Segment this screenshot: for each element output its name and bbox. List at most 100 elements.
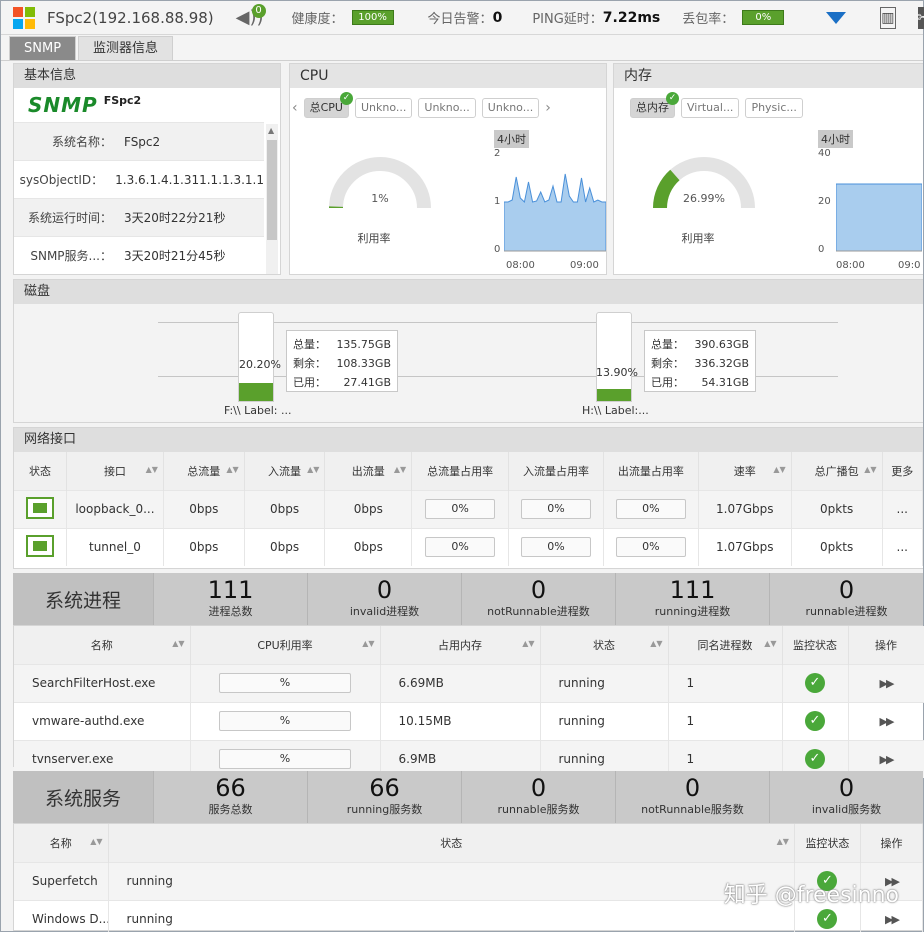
x-tick: 09:00 [570,260,599,271]
sort-icon[interactable]: ▲▼ [90,837,102,846]
sort-icon[interactable]: ▲▼ [764,639,776,648]
table-row[interactable]: SearchFilterHost.exe % 6.69MB running 1 … [14,663,924,702]
pct-box: 0% [425,499,496,519]
col-more[interactable]: 更多 [882,452,924,490]
scroll-up-icon[interactable]: ▲ [268,126,274,135]
summary-cell[interactable]: 0 notRunnable进程数 [461,573,615,625]
cpu-box: % [219,711,351,731]
summary-cell[interactable]: 66 服务总数 [153,771,307,823]
table-row[interactable]: vmware-authd.exe % 10.15MB running 1 ✓ ▶… [14,701,924,740]
dropdown-triangle-icon[interactable] [826,11,847,24]
process-summary: 系统进程 111 进程总数 0 invalid进程数 0 notRunnable进程数… [13,573,923,625]
iface-cell: loopback_0... [66,489,164,528]
summary-cell[interactable]: 0 runnable进程数 [769,573,923,625]
summary-cell[interactable]: 111 running进程数 [615,573,769,625]
summary-number: 0 [530,576,547,604]
chip-cpu-core[interactable]: Unkno... [354,98,413,118]
col-label: 监控状态 [793,638,837,652]
col-memory[interactable]: 占用内存 ▲▼ [380,626,541,664]
summary-cell[interactable]: 111 进程总数 [153,573,307,625]
summary-label: 服务总数 [208,803,253,816]
col-name[interactable]: 名称 ▲▼ [14,626,191,664]
sort-icon[interactable]: ▲▼ [650,639,662,648]
sort-icon[interactable]: ▲▼ [773,465,785,474]
status-cell [14,489,67,528]
memory-range-chip[interactable]: 4小时 [818,130,853,148]
col-count[interactable]: 同名进程数 ▲▼ [668,626,783,664]
summary-cell[interactable]: 0 invalid服务数 [769,771,923,823]
more-cell[interactable]: ... [882,489,924,528]
col-monitor[interactable]: 监控状态 [794,824,861,862]
col-cpu[interactable]: CPU利用率 ▲▼ [190,626,381,664]
sound-icon[interactable]: ◀)) 0 [236,3,266,30]
summary-cell[interactable]: 0 runnable服务数 [461,771,615,823]
summary-label: 进程总数 [208,605,253,618]
col-in-pct[interactable]: 入流量占用率 [508,452,604,490]
cpu-range-chip[interactable]: 4小时 [494,130,529,148]
col-interface[interactable]: 接口 ▲▼ [66,452,164,490]
table-row[interactable]: tunnel_0 0bps 0bps 0bps 0% 0% 0% 1.07Gbp… [14,527,924,566]
disk-free-key: 剩余： [293,357,326,370]
memory-gauge-value: 26.99% [683,192,725,205]
speed-cell: 1.07Gbps [698,489,792,528]
sort-icon[interactable]: ▲▼ [522,639,534,648]
disk-used-key: 已用： [651,376,684,389]
chip-virtual-memory[interactable]: Virtual... [681,98,740,118]
sort-icon[interactable]: ▲▼ [362,639,374,648]
ping-value: 7.22ms [602,9,661,26]
chip-label: 总内存 [636,101,669,114]
disk-usage-bar [596,312,632,402]
col-name[interactable]: 名称 ▲▼ [14,824,109,862]
sort-icon[interactable]: ▲▼ [172,639,184,648]
y-tick: 0 [818,244,825,255]
chip-cpu-core[interactable]: Unkno... [418,98,476,118]
col-status[interactable]: 状态 [14,452,67,490]
sort-icon[interactable]: ▲▼ [864,465,876,474]
action-play-icon[interactable]: ▶▶ [880,677,895,690]
tab-snmp[interactable]: SNMP [9,36,77,60]
chevron-right-icon[interactable]: › [545,100,551,116]
in-cell: 0bps [244,527,326,566]
more-cell[interactable]: ... [882,527,924,566]
chip-total-memory[interactable]: 总内存 ✓ [630,92,679,118]
col-broadcast[interactable]: 总广播包 ▲▼ [791,452,883,490]
col-speed[interactable]: 速率 ▲▼ [698,452,792,490]
chip-cpu-core[interactable]: Unkno... [481,98,540,118]
sort-icon[interactable]: ▲▼ [307,465,319,474]
summary-cell[interactable]: 0 notRunnable服务数 [615,771,769,823]
memory-trend-chart [836,183,922,252]
col-monitor[interactable]: 监控状态 [782,626,849,664]
sort-icon[interactable]: ▲▼ [226,465,238,474]
col-out[interactable]: 出流量 ▲▼ [324,452,413,490]
sort-icon[interactable]: ▲▼ [146,465,158,474]
info-scrollbar[interactable]: ▲ [266,124,278,274]
total-pct-cell: 0% [411,527,510,566]
action-cell: ▶▶ [848,663,924,702]
summary-cell[interactable]: 66 running服务数 [307,771,461,823]
col-out-pct[interactable]: 出流量占用率 [603,452,699,490]
action-play-icon[interactable]: ▶▶ [885,913,900,926]
col-total-pct[interactable]: 总流量占用率 [411,452,510,490]
scrollbar-thumb[interactable] [267,140,277,240]
summary-cell[interactable]: 0 invalid进程数 [307,573,461,625]
col-state[interactable]: 状态 ▲▼ [540,626,669,664]
disk-total-row: 总量： 135.75GB [293,335,391,354]
action-play-icon[interactable]: ▶▶ [880,753,895,766]
chevron-left-icon[interactable]: ‹ [292,100,298,116]
device-title: FSpc2(192.168.88.98) [47,8,214,27]
table-row[interactable]: loopback_0... 0bps 0bps 0bps 0% 0% 0% 1.… [14,489,924,528]
process-table: 名称 ▲▼ CPU利用率 ▲▼ 占用内存 ▲▼ 状态 ▲▼ 同名进程数 ▲▼ 监控状态 操… [14,626,924,778]
in-pct-cell: 0% [508,527,604,566]
chip-physical-memory[interactable]: Physic... [745,98,803,118]
action-play-icon[interactable]: ▶▶ [880,715,895,728]
tools-icon[interactable]: ✂ [917,6,924,29]
sort-icon[interactable]: ▲▼ [394,465,406,474]
chip-total-cpu[interactable]: 总CPU ✓ [303,92,353,118]
col-state[interactable]: 状态 ▲▼ [108,824,795,862]
col-total[interactable]: 总流量 ▲▼ [163,452,245,490]
col-in[interactable]: 入流量 ▲▼ [244,452,326,490]
tab-monitor-info[interactable]: 监测器信息 [78,36,174,60]
chart-icon[interactable]: ▥ [880,6,896,29]
sort-icon[interactable]: ▲▼ [777,837,789,846]
summary-label: runnable服务数 [497,803,580,816]
